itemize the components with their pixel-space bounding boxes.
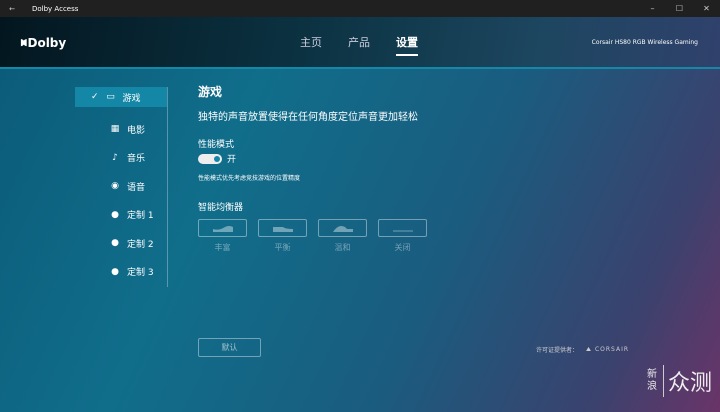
sidebar: ✓ ▭ 游戏 ▦ 电影 ♪ 音乐 ◉ 语音 ● 定制 1 ● 定制 2 ● 定制 3 [75,87,168,287]
default-button[interactable]: 默认 [198,338,261,357]
sidebar-item-label: 电影 [127,125,146,136]
nav-products[interactable]: 产品 [348,34,370,56]
eq-caption: 平衡 [274,243,291,252]
gamepad-icon: ▭ [106,92,115,102]
eq-curve-icon [332,226,353,232]
sidebar-item-music[interactable]: ♪ 音乐 [75,144,167,173]
watermark: 新浪 众测 [647,365,712,397]
corsair-text: CORSAIR [594,345,630,353]
settings-content: 游戏 独特的声音放置使得在任何角度定位声音更加轻松 性能模式 开 性能模式优先考… [198,83,427,253]
sidebar-item-voice[interactable]: ◉ 语音 [75,172,167,201]
sidebar-item-game[interactable]: ✓ ▭ 游戏 [75,87,167,107]
description: 独特的声音放置使得在任何角度定位声音更加轻松 [198,112,418,123]
check-icon: ✓ [91,92,99,102]
device-name: Corsair HS80 RGB Wireless Gaming [591,39,698,46]
eq-curve-icon [272,227,293,232]
logo-text: Dolby [27,36,67,50]
eq-preset-warm[interactable]: 温和 [318,219,367,253]
minimize-button[interactable]: – [639,0,666,17]
sidebar-item-label: 定制 1 [127,211,154,222]
close-button[interactable]: ✕ [693,0,720,17]
back-button[interactable]: ← [0,5,24,13]
eq-flat-icon [392,230,413,232]
film-icon: ▦ [110,124,120,135]
sidebar-item-label: 音乐 [127,154,146,165]
page-title: 游戏 [198,85,223,99]
sidebar-item-custom-3[interactable]: ● 定制 3 [75,258,167,287]
sidebar-item-label: 游戏 [122,93,141,104]
window-title: Dolby Access [32,4,79,13]
eq-caption: 关闭 [394,243,411,252]
nav-settings[interactable]: 设置 [396,34,418,56]
sidebar-item-label: 定制 2 [127,239,154,250]
sidebar-item-label: 语音 [127,182,146,193]
sidebar-item-custom-1[interactable]: ● 定制 1 [75,201,167,230]
main-panel: ✓ ▭ 游戏 ▦ 电影 ♪ 音乐 ◉ 语音 ● 定制 1 ● 定制 2 ● 定制 3 游戏 独特… [0,67,720,412]
license-info: 许可证提供者： ⛰ CORSAIR [536,345,630,355]
title-bar: ← Dolby Access – ☐ ✕ [0,0,720,17]
dolby-mark-icon: ◗◖ [20,38,28,48]
user-icon: ● [111,266,119,277]
perf-mode-toggle[interactable] [198,153,222,164]
perf-mode-state: 开 [227,155,237,165]
eq-preset-rich[interactable]: 丰富 [198,219,247,253]
user-icon: ● [111,238,119,249]
app-header: ◗◖ Dolby 主页 产品 设置 Corsair HS80 RGB Wirele… [0,17,720,67]
watermark-b: 众测 [662,365,712,397]
maximize-button[interactable]: ☐ [666,0,693,17]
music-note-icon: ♪ [112,152,118,163]
perf-mode-note: 性能模式优先考虑竞技游戏的位置精度 [198,175,301,182]
eq-curve-icon [212,226,233,232]
eq-label: 智能均衡器 [198,203,244,213]
sidebar-item-movie[interactable]: ▦ 电影 [75,115,167,144]
watermark-a: 新浪 [646,369,657,392]
nav-home[interactable]: 主页 [300,34,322,56]
eq-caption: 温和 [334,243,351,252]
perf-mode-label: 性能模式 [198,140,235,150]
corsair-logo: ⛰ CORSAIR [586,345,630,353]
eq-preset-off[interactable]: 关闭 [378,219,427,253]
voice-icon: ◉ [111,181,119,192]
sidebar-item-custom-2[interactable]: ● 定制 2 [75,229,167,258]
license-label: 许可证提供者： [536,347,579,354]
eq-caption: 丰富 [214,243,231,252]
user-icon: ● [111,209,119,220]
eq-preset-balanced[interactable]: 平衡 [258,219,307,253]
dolby-logo: ◗◖ Dolby [20,36,66,50]
sidebar-item-label: 定制 3 [127,268,154,279]
